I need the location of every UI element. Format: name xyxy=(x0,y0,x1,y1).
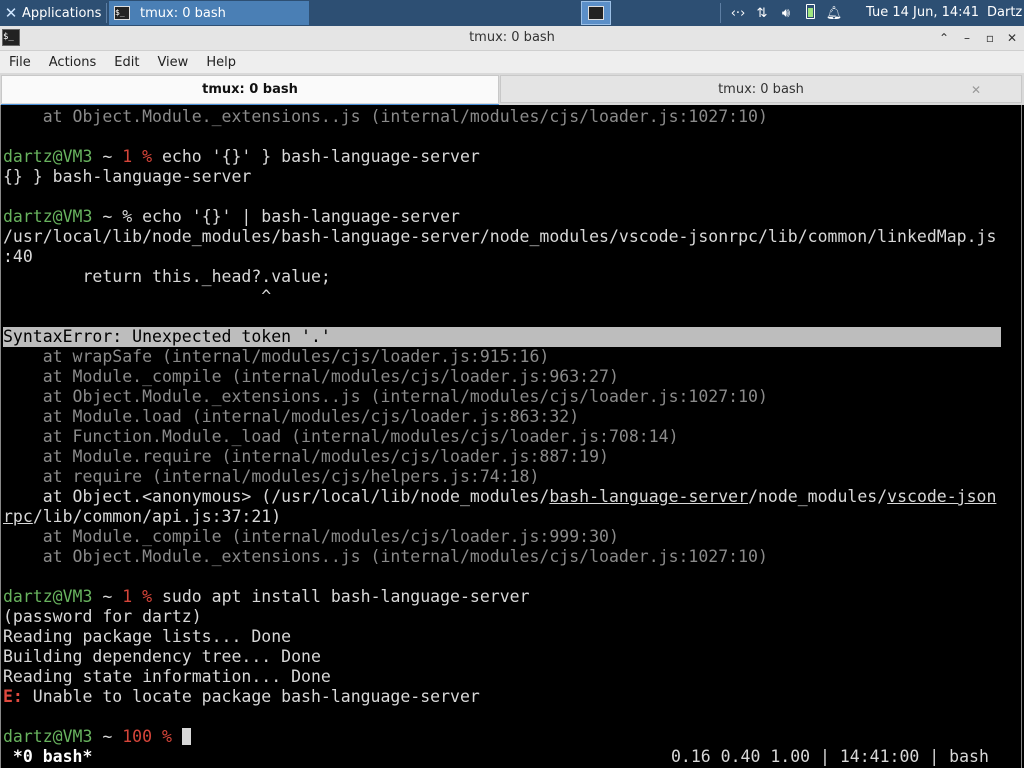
terminal-area[interactable]: at Object.Module._extensions..js (intern… xyxy=(0,105,1022,768)
minimize-button[interactable]: – xyxy=(958,29,976,47)
terminal-line: {} } bash-language-server xyxy=(3,167,252,186)
terminal-line: return this._head?.value; xyxy=(3,267,331,286)
menu-view[interactable]: View xyxy=(148,55,197,70)
stack-line: rpc/lib/common/api.js:37:21) xyxy=(3,507,282,526)
terminal-line: :40 xyxy=(3,247,33,266)
panel-separator xyxy=(106,3,107,23)
terminal-line: (password for dartz) xyxy=(3,607,202,626)
prompt-line: dartz@VM3 ~ % echo '{}' | bash-language-… xyxy=(3,207,460,226)
terminal-line: Building dependency tree... Done xyxy=(3,647,321,666)
text-cursor xyxy=(181,728,191,745)
notification-bell-icon[interactable]: 🔔︎ xyxy=(822,6,846,21)
tab-label: tmux: 0 bash xyxy=(718,82,804,97)
terminal-line: Reading state information... Done xyxy=(3,667,331,686)
tab-bar: tmux: 0 bash tmux: 0 bash ✕ xyxy=(0,73,1024,106)
stack-line: at require (internal/modules/cjs/helpers… xyxy=(3,467,540,486)
stack-line: at Object.Module._extensions..js (intern… xyxy=(3,387,768,406)
error-line-highlighted: SyntaxError: Unexpected token '.' xyxy=(3,327,1001,347)
stack-line: at Function.Module._load (internal/modul… xyxy=(3,427,679,446)
prompt-line: dartz@VM3 ~ 1 % sudo apt install bash-la… xyxy=(3,587,530,606)
applications-menu[interactable]: ✕ Applications xyxy=(0,0,102,26)
tab-inactive[interactable]: tmux: 0 bash ✕ xyxy=(500,75,1022,103)
tmux-status-left: *0 bash* xyxy=(3,747,93,766)
battery-icon[interactable] xyxy=(798,3,822,23)
window-title: tmux: 0 bash xyxy=(469,30,555,45)
terminal-icon: $_ xyxy=(114,6,130,20)
tab-close-icon[interactable]: ✕ xyxy=(971,76,981,104)
xfce-logo-icon: ✕ xyxy=(4,4,18,22)
stack-line: at Object.Module._extensions..js (intern… xyxy=(3,547,768,566)
clock[interactable]: Tue 14 Jun, 14:41 xyxy=(866,0,979,26)
link-bash-language-server[interactable]: bash-language-server xyxy=(549,487,748,506)
stack-line: at Module.load (internal/modules/cjs/loa… xyxy=(3,407,580,426)
panel-separator xyxy=(720,3,721,23)
applications-label: Applications xyxy=(22,5,102,21)
top-panel: ✕ Applications $_ tmux: 0 bash ‹·› ⇅ 🔊︎ … xyxy=(0,0,1024,26)
stack-line: at Module._compile (internal/modules/cjs… xyxy=(3,367,619,386)
window-titlebar[interactable]: $_ tmux: 0 bash ⌃ – ▫ ✕ xyxy=(0,26,1024,51)
stack-line: at Object.<anonymous> (/usr/local/lib/no… xyxy=(3,487,997,506)
terminal-line: Reading package lists... Done xyxy=(3,627,292,646)
stack-line: at wrapSafe (internal/modules/cjs/loader… xyxy=(3,347,550,366)
stack-line: at Module._compile (internal/modules/cjs… xyxy=(3,527,619,546)
system-tray: ‹·› ⇅ 🔊︎ 🔔︎ xyxy=(726,0,846,26)
link-vscode-jsonrpc[interactable]: rpc xyxy=(3,507,33,526)
volume-icon[interactable]: 🔊︎ xyxy=(774,6,798,21)
prompt-line: dartz@VM3 ~ 1 % echo '{}' } bash-languag… xyxy=(3,147,480,166)
close-button[interactable]: ✕ xyxy=(1003,29,1021,47)
terminal-line: ^ xyxy=(3,287,272,306)
transfer-arrows-icon[interactable]: ⇅ xyxy=(750,6,774,21)
terminal-line: at Object.Module._extensions..js (intern… xyxy=(3,107,768,126)
terminal-icon xyxy=(588,6,604,20)
taskbar-item-label: tmux: 0 bash xyxy=(140,5,226,21)
user-menu[interactable]: Dartz xyxy=(987,0,1022,26)
tab-label: tmux: 0 bash xyxy=(202,82,298,97)
prompt-line-current[interactable]: dartz@VM3 ~ 100 % xyxy=(3,727,191,747)
terminal-line: /usr/local/lib/node_modules/bash-languag… xyxy=(3,227,997,246)
taskbar-item-tmux[interactable]: $_ tmux: 0 bash xyxy=(109,1,309,25)
menu-edit[interactable]: Edit xyxy=(105,55,148,70)
menu-actions[interactable]: Actions xyxy=(40,55,106,70)
menu-help[interactable]: Help xyxy=(197,55,245,70)
maximize-button[interactable]: ▫ xyxy=(981,29,999,47)
error-line: E: Unable to locate package bash-languag… xyxy=(3,687,480,706)
link-vscode-jsonrpc[interactable]: vscode-json xyxy=(887,487,996,506)
network-icon[interactable]: ‹·› xyxy=(726,6,750,21)
menu-bar: File Actions Edit View Help xyxy=(0,51,1024,73)
shade-button[interactable]: ⌃ xyxy=(935,29,953,47)
tmux-status-right: 0.16 0.40 1.00 | 14:41:00 | bash xyxy=(671,747,989,766)
menu-file[interactable]: File xyxy=(0,55,40,70)
workspace-switcher[interactable] xyxy=(581,1,611,25)
stack-line: at Module.require (internal/modules/cjs/… xyxy=(3,447,609,466)
tab-active[interactable]: tmux: 0 bash xyxy=(1,75,499,103)
